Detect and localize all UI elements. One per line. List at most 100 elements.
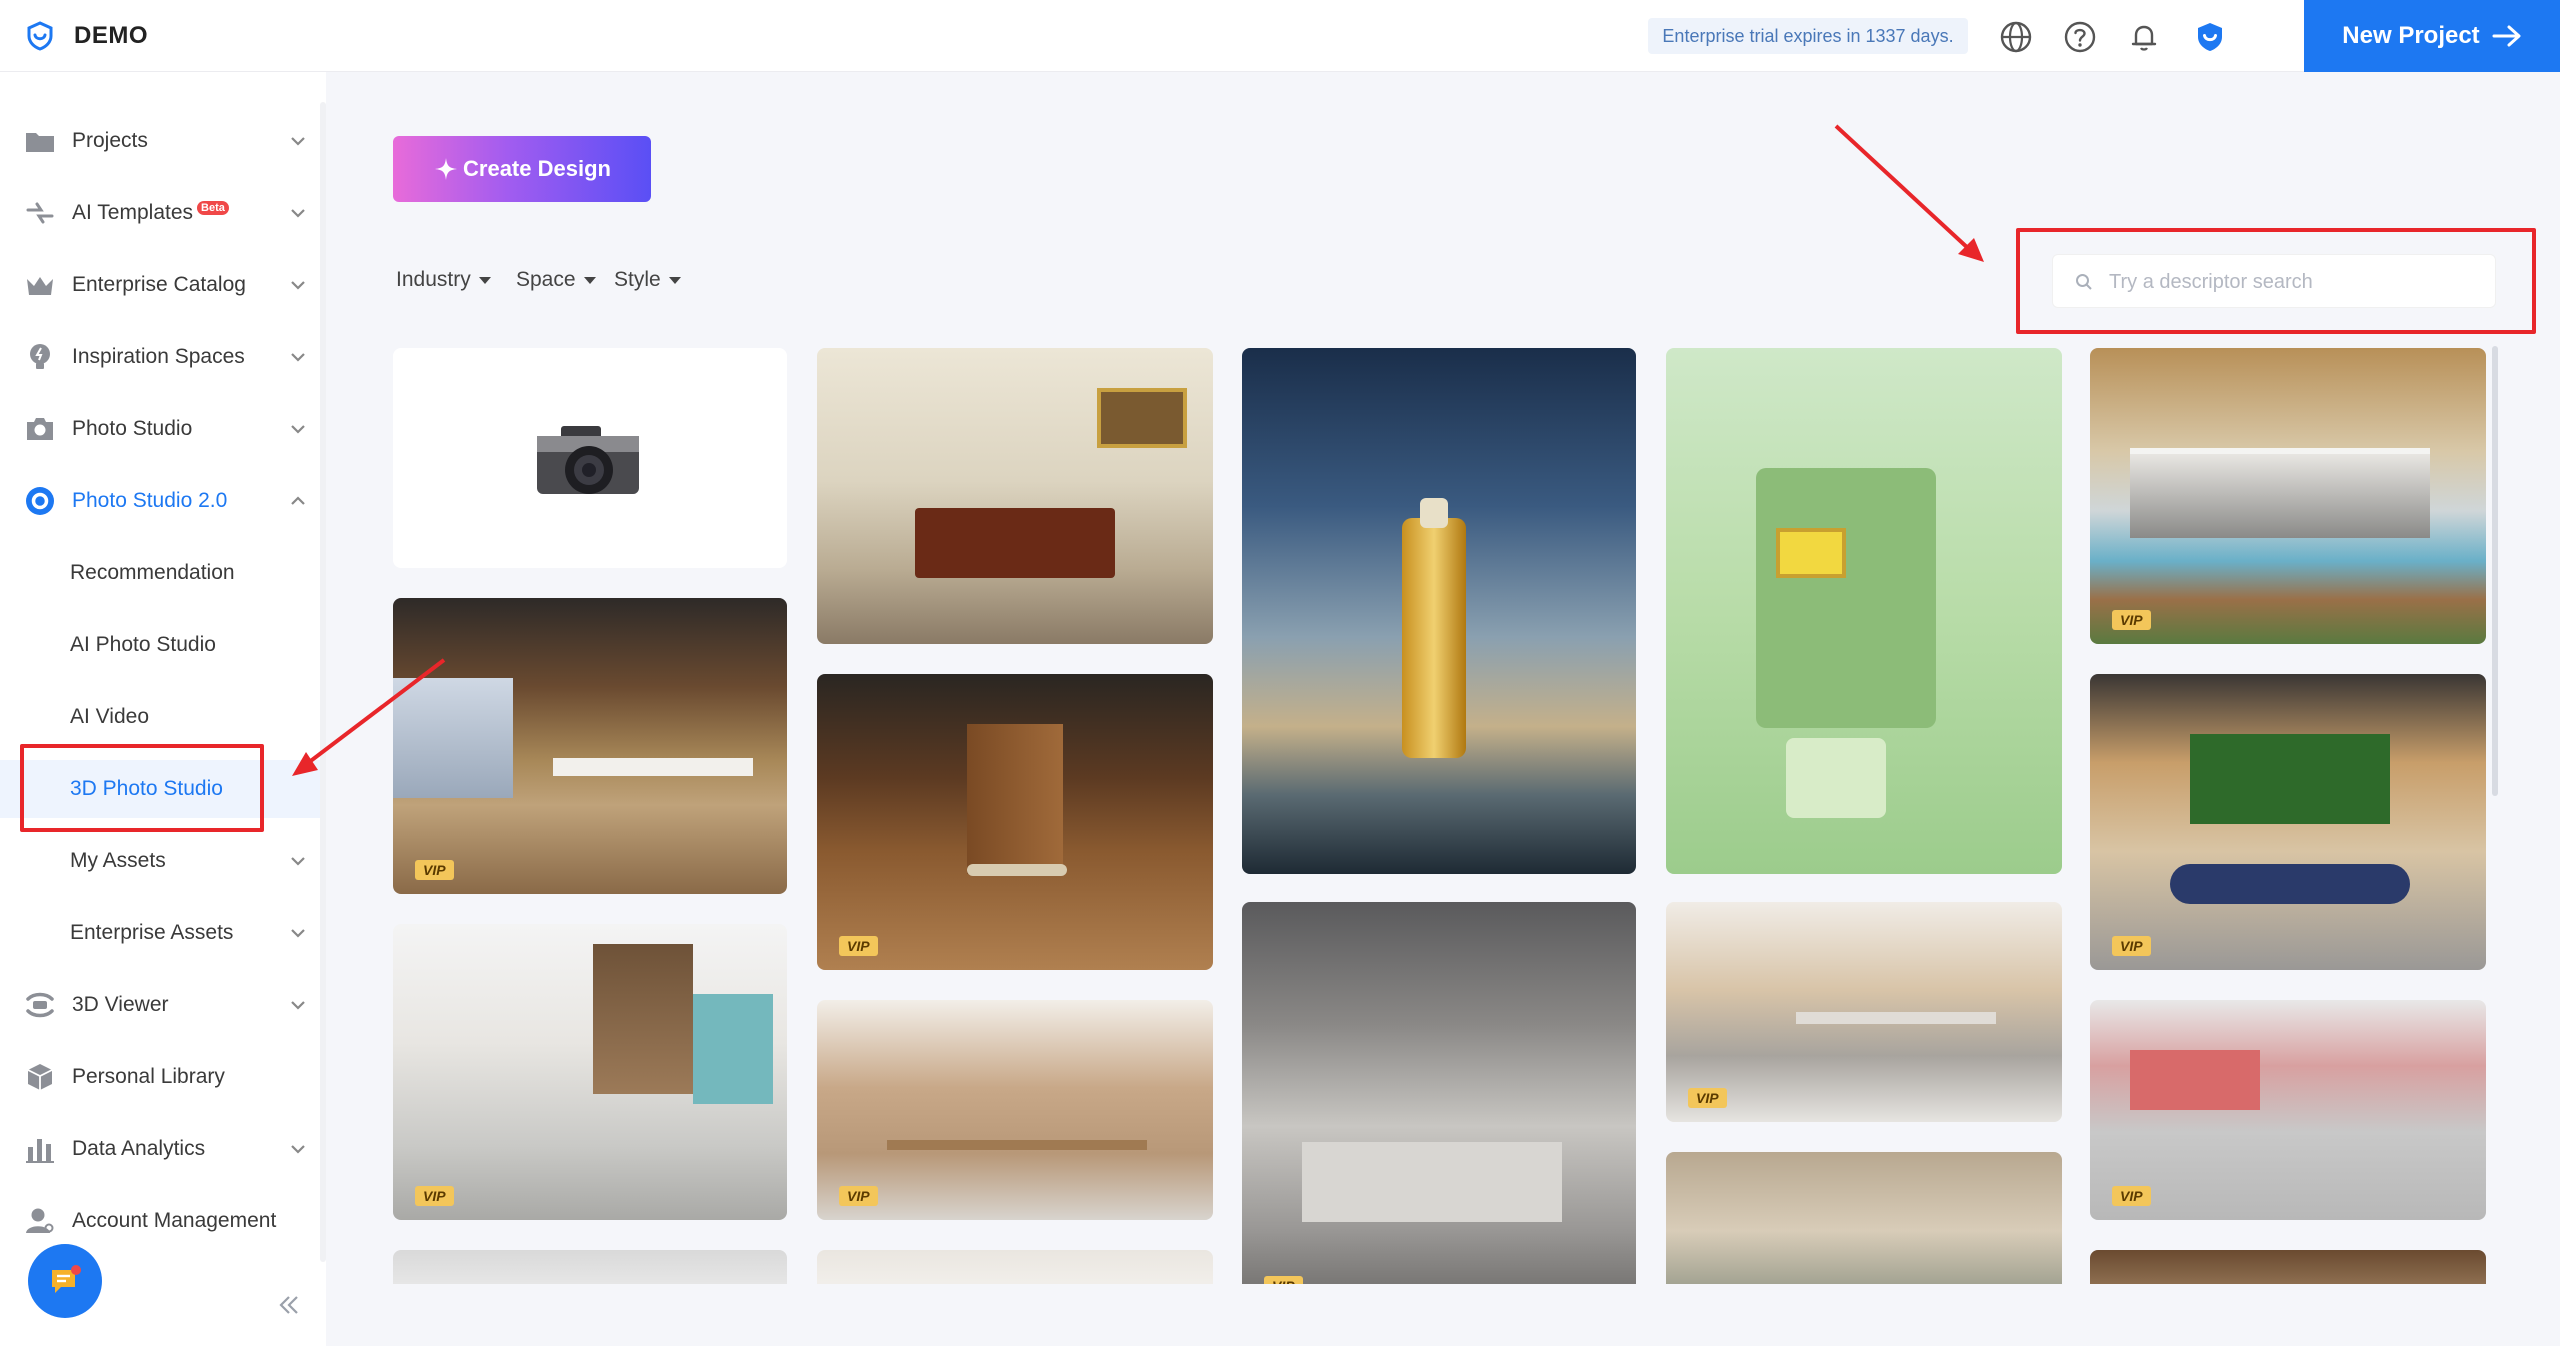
teal-wall	[693, 994, 773, 1104]
bulb-icon	[30, 344, 50, 369]
vip-badge: VIP	[839, 1186, 878, 1206]
chevron-down-icon	[291, 1145, 305, 1154]
table-shape	[915, 508, 1115, 578]
new-project-button[interactable]: New Project	[2304, 0, 2560, 72]
filter-space[interactable]: Space	[516, 268, 596, 292]
camera-product-image	[537, 426, 639, 494]
sidebar-item-label: Enterprise Assets	[70, 921, 234, 944]
sidebar-item-personal-library[interactable]: Personal Library	[0, 1048, 320, 1106]
sidebar-item-photo-studio-2[interactable]: Photo Studio 2.0	[0, 472, 320, 530]
sidebar-item-account-management[interactable]: Account Management	[0, 1192, 320, 1250]
vip-badge: VIP	[1264, 1276, 1303, 1284]
descriptor-search-input[interactable]: Try a descriptor search	[2052, 254, 2496, 308]
aperture-icon	[26, 487, 54, 515]
template-card-partial[interactable]	[817, 1250, 1213, 1284]
chevron-down-icon	[291, 425, 305, 434]
filter-industry[interactable]: Industry	[396, 268, 491, 292]
template-card-camera[interactable]	[393, 348, 787, 568]
sidebar-item-inspiration-spaces[interactable]: Inspiration Spaces	[0, 328, 320, 386]
crown-icon	[27, 277, 53, 295]
red-wall	[2130, 1050, 2260, 1110]
sidebar-item-ai-photo-studio[interactable]: AI Photo Studio	[0, 616, 320, 674]
sidebar-item-ai-video[interactable]: AI Video	[0, 688, 320, 746]
vip-badge: VIP	[839, 936, 878, 956]
sidebar-item-projects[interactable]: Projects	[0, 112, 320, 170]
top-bar: DEMO Enterprise trial expires in 1337 da…	[0, 0, 2560, 72]
filter-style[interactable]: Style	[614, 268, 681, 292]
chevron-down-icon	[291, 137, 305, 146]
caret-down-icon	[668, 276, 681, 284]
brand-name: DEMO	[74, 22, 148, 49]
account-badge-icon[interactable]	[2193, 20, 2227, 54]
desk-shape	[553, 758, 753, 776]
desk-row	[1796, 1012, 1996, 1024]
sidebar-item-label: 3D Viewer	[72, 993, 169, 1016]
template-card-green-machine[interactable]	[1666, 348, 2062, 874]
vip-badge: VIP	[2112, 610, 2151, 630]
sidebar-item-data-analytics[interactable]: Data Analytics	[0, 1120, 320, 1178]
machine-screen	[1776, 528, 1846, 578]
sidebar-item-label: Personal Library	[72, 1065, 225, 1088]
sidebar-item-label: Photo Studio	[72, 417, 193, 440]
template-card-office-red[interactable]: VIP	[2090, 1000, 2486, 1220]
new-project-label: New Project	[2342, 22, 2480, 49]
dropper-cap	[1420, 498, 1448, 528]
template-card-dining-classic[interactable]	[817, 348, 1213, 644]
camera-icon	[27, 418, 53, 440]
search-icon	[2076, 274, 2092, 290]
chevron-down-icon	[291, 929, 305, 938]
sidebar-item-label: Projects	[72, 129, 148, 152]
sidebar-item-label: 3D Photo Studio	[70, 777, 223, 800]
sidebar-item-photo-studio[interactable]: Photo Studio	[0, 400, 320, 458]
sparkle-icon	[435, 158, 458, 180]
template-card-meeting-room[interactable]: VIP	[817, 674, 1213, 970]
grid-scrollbar[interactable]	[2492, 346, 2498, 796]
sidebar-item-recommendation[interactable]: Recommendation	[0, 544, 320, 602]
sidebar-item-label: Photo Studio 2.0	[72, 489, 228, 512]
template-card-lounge[interactable]: VIP	[2090, 674, 2486, 970]
help-icon[interactable]	[2063, 20, 2097, 54]
trial-banner[interactable]: Enterprise trial expires in 1337 days.	[1648, 18, 1968, 54]
sidebar-item-enterprise-assets[interactable]: Enterprise Assets	[0, 904, 320, 962]
bottle-shape	[1402, 518, 1466, 758]
template-card-lobby[interactable]: VIP	[393, 924, 787, 1220]
template-card-workspace[interactable]: VIP	[817, 1000, 1213, 1220]
globe-icon[interactable]	[1999, 20, 2033, 54]
round-table	[967, 864, 1067, 876]
sidebar-item-label: My Assets	[70, 849, 166, 872]
bell-icon[interactable]	[2127, 20, 2161, 54]
moss-wall	[2190, 734, 2390, 824]
collapse-sidebar-icon[interactable]	[276, 1292, 302, 1318]
sidebar-item-enterprise-catalog[interactable]: Enterprise Catalog	[0, 256, 320, 314]
template-card-partial[interactable]	[393, 1250, 787, 1284]
sidebar-item-3d-viewer[interactable]: 3D Viewer	[0, 976, 320, 1034]
template-card-office-wood[interactable]: VIP	[393, 598, 787, 894]
sidebar-item-my-assets[interactable]: My Assets	[0, 832, 320, 890]
create-design-button[interactable]: Create Design	[393, 136, 651, 202]
chevron-down-icon	[291, 209, 305, 218]
template-card-serum-bottle[interactable]	[1242, 348, 1636, 874]
chat-support-button[interactable]	[28, 1244, 102, 1318]
template-card-cafe[interactable]	[1666, 1152, 2062, 1284]
sidebar-item-3d-photo-studio[interactable]: 3D Photo Studio	[0, 760, 320, 818]
machine-body	[1756, 468, 1936, 728]
vip-badge: VIP	[2112, 936, 2151, 956]
window-area	[393, 678, 513, 798]
sidebar-scrollbar[interactable]	[320, 102, 326, 1262]
template-card-partial[interactable]	[2090, 1250, 2486, 1284]
create-design-label: Create Design	[463, 156, 611, 181]
chevron-down-icon	[291, 1001, 305, 1010]
filter-label: Space	[516, 268, 576, 291]
vip-badge: VIP	[415, 860, 454, 880]
caret-down-icon	[478, 276, 491, 284]
sidebar-item-ai-templates[interactable]: AI Templates Beta	[0, 184, 320, 242]
chevron-down-icon	[291, 353, 305, 362]
bar-counter	[1302, 1142, 1562, 1222]
villa-structure	[2130, 448, 2430, 538]
template-card-bar[interactable]: VIP	[1242, 902, 1636, 1284]
wood-wall	[967, 724, 1063, 874]
template-card-open-office[interactable]: VIP	[1666, 902, 2062, 1122]
sidebar-item-label: AI Photo Studio	[70, 633, 216, 656]
template-card-villa[interactable]: VIP	[2090, 348, 2486, 644]
logo-icon[interactable]	[24, 20, 56, 52]
